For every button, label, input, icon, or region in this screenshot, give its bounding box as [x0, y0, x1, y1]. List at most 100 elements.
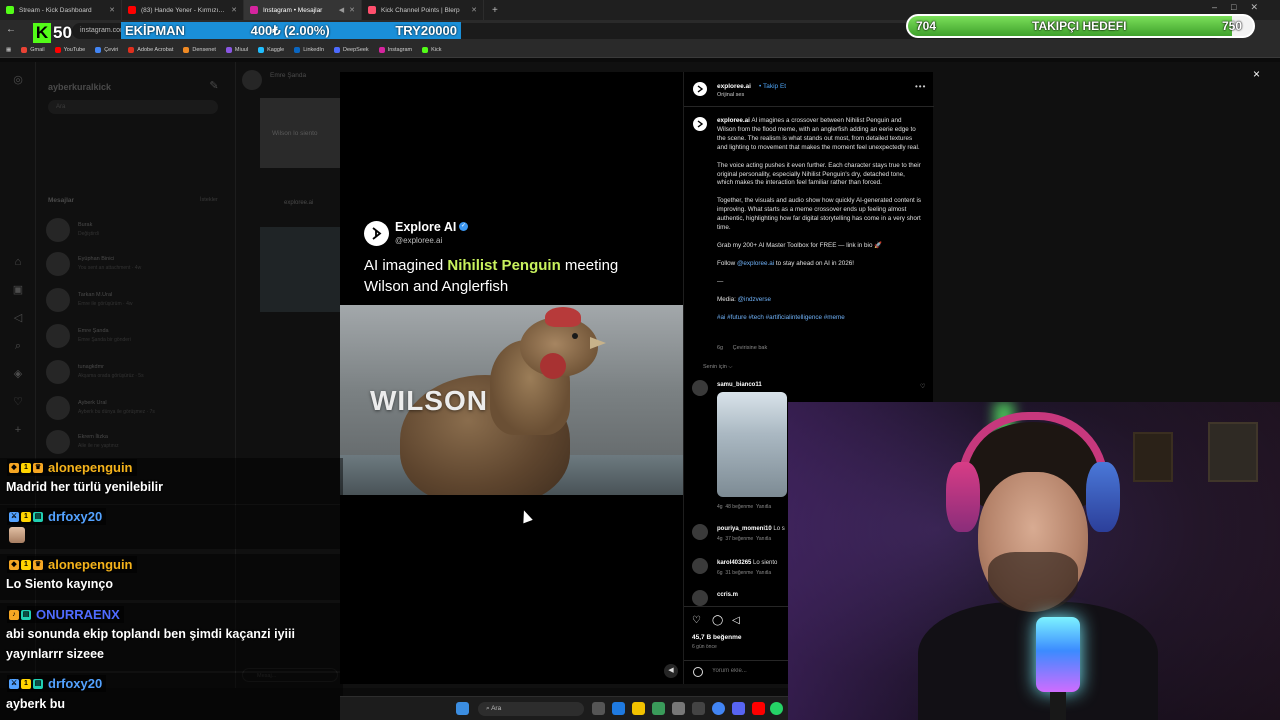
reels-icon[interactable]: ▣	[12, 284, 24, 296]
tab-mute-icon[interactable]: ◀	[339, 6, 344, 14]
author-username[interactable]: exploree.ai	[717, 83, 751, 90]
windows-start-icon[interactable]	[456, 702, 469, 715]
compose-icon[interactable]: ✎	[208, 80, 220, 92]
tab-close-icon[interactable]: ✕	[471, 6, 477, 14]
like-heart-icon[interactable]: ♡	[692, 615, 701, 626]
bookmark-ceviri[interactable]: Çeviri	[95, 46, 118, 53]
browser-tab-blerp[interactable]: Kick Channel Points | Blerp ✕	[362, 0, 484, 20]
back-arrow-icon[interactable]: ←	[6, 24, 16, 35]
bookmark-instagram[interactable]: Instagram	[378, 46, 412, 53]
divider	[684, 106, 934, 107]
author-avatar[interactable]	[693, 117, 707, 131]
mention-link[interactable]: @exploree.ai	[737, 260, 774, 267]
requests-link[interactable]: İstekler	[200, 197, 218, 203]
create-icon[interactable]: +	[12, 424, 24, 436]
tab-close-icon[interactable]: ✕	[109, 6, 115, 14]
bookmark-youtube[interactable]: YouTube	[54, 46, 85, 53]
bookmark-gmail[interactable]: Gmail	[21, 46, 45, 53]
share-send-icon[interactable]: ◁	[732, 615, 740, 626]
commenter-avatar[interactable]	[692, 380, 708, 396]
chat-username[interactable]: alonepenguin	[48, 460, 133, 475]
browser-tab-instagram[interactable]: Instagram • Mesajlar ◀ ✕	[244, 0, 362, 20]
edge-icon[interactable]	[612, 702, 625, 715]
send-icon[interactable]: ◁	[12, 312, 24, 324]
tab-close-icon[interactable]: ✕	[349, 6, 355, 14]
apps-grid-icon[interactable]: ▦	[6, 47, 11, 53]
shared-post-thumbnail[interactable]: Wilson lo siento	[260, 98, 340, 168]
emoji-icon[interactable]	[693, 667, 703, 677]
bookmark-deepseek[interactable]: DeepSeek	[334, 46, 369, 53]
store-icon[interactable]	[672, 702, 685, 715]
more-options-icon[interactable]: •••	[915, 82, 926, 91]
author-avatar[interactable]	[693, 82, 707, 96]
conversation-item[interactable]: tunagkdmr Akşama orada görüşürüz · 5s	[46, 360, 226, 384]
search-input[interactable]: Ara	[48, 100, 218, 114]
reply-button[interactable]: Yanıtla	[756, 570, 771, 576]
for-you-sort[interactable]: Senin için ⌵	[703, 364, 733, 371]
commenter-username[interactable]: ccris.m	[717, 592, 738, 598]
home-icon[interactable]: ⌂	[12, 256, 24, 268]
conversation-item[interactable]: Burak Değiştirdi	[46, 218, 226, 242]
like-comment-icon[interactable]: ♡	[920, 383, 925, 390]
heart-icon[interactable]: ♡	[12, 396, 24, 408]
caption-username[interactable]: exploree.ai	[717, 117, 750, 124]
discord-icon[interactable]	[732, 702, 745, 715]
window-controls[interactable]: –□✕	[1212, 2, 1272, 13]
comment-likes[interactable]: 37 beğenme	[725, 536, 753, 542]
follow-button[interactable]: • Takip Et	[759, 83, 786, 90]
tab-close-icon[interactable]: ✕	[231, 6, 237, 14]
browser-tab-youtube[interactable]: (83) Hande Yener - Kırmızı - Yo ✕	[122, 0, 244, 20]
bookmark-kick[interactable]: Kick	[422, 46, 442, 53]
youtube-app-icon[interactable]	[752, 702, 765, 715]
conversation-item[interactable]: Ayberk Ural Ayberk bu dünya ile görüşmez …	[46, 396, 226, 420]
bookmark-linkedin[interactable]: LinkedIn	[294, 46, 324, 53]
bookmark-miuul[interactable]: Miuul	[225, 46, 248, 53]
search-icon[interactable]: ⌕	[12, 340, 24, 352]
bookmark-kaggle[interactable]: Kaggle	[258, 46, 284, 53]
task-view-icon[interactable]	[592, 702, 605, 715]
reply-button[interactable]: Yanıtla	[756, 536, 771, 542]
instagram-logo-icon[interactable]: ◎	[12, 74, 24, 86]
account-username[interactable]: ayberkuralkick	[48, 82, 111, 92]
chrome-icon[interactable]	[712, 702, 725, 715]
conversation-item[interactable]: Tarkan M.Ural Emre ile görüşürüm · 4w	[46, 288, 226, 312]
comment-image[interactable]	[717, 392, 787, 497]
commenter-username[interactable]: pouriya_momeni10	[717, 526, 772, 532]
hashtag-links[interactable]: #ai #future #tech #artificialintelligenc…	[717, 314, 922, 323]
conversation-item[interactable]: Ekrem İlizka Aile ile ne yaptınız	[46, 430, 226, 454]
commenter-avatar[interactable]	[692, 590, 708, 606]
shared-post-thumbnail[interactable]	[260, 227, 340, 312]
comment-likes[interactable]: 31 beğenme	[725, 570, 753, 576]
comment-likes[interactable]: 48 beğenme	[725, 504, 753, 510]
comment-bubble-icon[interactable]: ◯	[712, 615, 723, 626]
audio-toggle-icon[interactable]: ◀	[664, 664, 678, 678]
reply-button[interactable]: Yanıtla	[756, 504, 771, 510]
taskbar-search[interactable]: ⌕ Ara	[478, 702, 584, 716]
app-icon[interactable]	[652, 702, 665, 715]
audio-label[interactable]: Orijinal ses	[717, 92, 744, 98]
chat-username[interactable]: ONURRAENX	[36, 607, 120, 622]
chat-username[interactable]: alonepenguin	[48, 557, 133, 572]
explore-icon[interactable]: ◈	[12, 368, 24, 380]
file-explorer-icon[interactable]	[632, 702, 645, 715]
like-count[interactable]: 45,7 B beğenme	[692, 634, 742, 641]
whatsapp-icon[interactable]	[770, 702, 783, 715]
bookmark-adobe[interactable]: Adobe Acrobat	[128, 46, 173, 53]
new-tab-button[interactable]: +	[484, 5, 506, 16]
chat-username[interactable]: drfoxy20	[48, 509, 102, 524]
chat-contact-name[interactable]: Emre Şanda	[270, 72, 306, 79]
commenter-avatar[interactable]	[692, 558, 708, 574]
browser-tab-kick-dashboard[interactable]: Stream - Kick Dashboard ✕	[0, 0, 122, 20]
mention-link[interactable]: @indzverse	[738, 296, 771, 303]
translate-link[interactable]: Çevirisine bak	[733, 345, 768, 351]
commenter-username[interactable]: karol403265	[717, 560, 751, 566]
commenter-username[interactable]: samu_bianco11	[717, 382, 762, 388]
conversation-item[interactable]: Emre Şanda Emre Şanda bir gönderi	[46, 324, 226, 348]
close-icon[interactable]: ×	[1253, 67, 1260, 81]
terminal-icon[interactable]	[692, 702, 705, 715]
conversation-item[interactable]: Eyüphan Binici You sent an attachment · 4…	[46, 252, 226, 276]
post-media-player[interactable]: Explore AI ✓ @exploree.ai AI imagined Ni…	[340, 72, 683, 684]
chat-username[interactable]: drfoxy20	[48, 676, 102, 691]
bookmark-densenet[interactable]: Densenet	[183, 46, 216, 53]
commenter-avatar[interactable]	[692, 524, 708, 540]
